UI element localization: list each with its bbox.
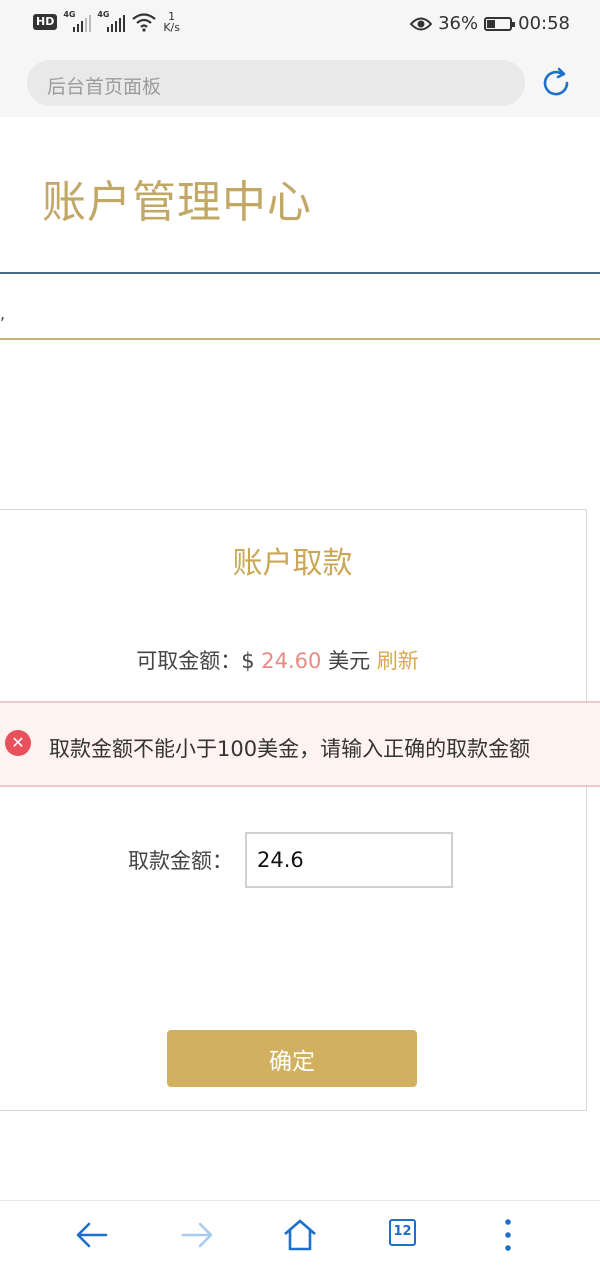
card-title: 账户取款 <box>232 546 353 581</box>
forward-arrow-icon[interactable] <box>177 1215 217 1255</box>
amount-label: 取款金额： <box>128 849 233 873</box>
network-speed: 1 K/s <box>163 11 180 33</box>
browser-bottom-bar: 12 <box>0 1200 600 1268</box>
status-right: 36% 00:58 <box>410 13 570 34</box>
currency-symbol: $ <box>241 649 262 673</box>
nav-fragment: , <box>0 304 6 323</box>
signal-icon: 4G <box>63 10 92 32</box>
available-amount: 24.60 <box>261 649 322 673</box>
error-alert: ✕ 取款金额不能小于100美金，请输入正确的取款金额 <box>0 701 600 787</box>
url-text: 后台首页面板 <box>47 76 162 98</box>
battery-percent: 36% <box>438 13 479 34</box>
back-arrow-icon[interactable] <box>72 1215 112 1255</box>
battery-icon <box>484 16 516 31</box>
reload-icon[interactable] <box>540 67 572 99</box>
more-menu-icon[interactable] <box>488 1215 528 1255</box>
header-divider-bottom <box>0 338 600 340</box>
network-type-1: 4G <box>63 10 76 19</box>
hd-badge: HD <box>33 14 58 30</box>
error-message: 取款金额不能小于100美金，请输入正确的取款金额 <box>49 737 531 761</box>
page-title: 账户管理中心 <box>42 177 312 228</box>
signal-icon: 4G <box>97 10 126 32</box>
status-left: HD 4G 4G 1 K/s <box>33 10 180 33</box>
speed-unit: K/s <box>163 21 180 34</box>
status-bar: HD 4G 4G 1 K/s 36% 00:58 <box>0 0 600 52</box>
amount-input[interactable] <box>245 832 453 888</box>
network-type-2: 4G <box>97 10 110 19</box>
confirm-button[interactable]: 确定 <box>167 1030 417 1087</box>
home-icon[interactable] <box>280 1215 320 1255</box>
available-balance: 可取金额：$ 24.60 美元 刷新 <box>0 645 555 675</box>
wifi-icon <box>132 13 157 32</box>
browser-address-bar: 后台首页面板 <box>0 52 600 117</box>
clock: 00:58 <box>518 13 570 34</box>
eye-icon <box>410 17 433 30</box>
error-icon: ✕ <box>5 730 31 756</box>
available-unit: 美元 <box>321 649 377 673</box>
tabs-icon[interactable]: 12 <box>389 1219 416 1246</box>
nav-strip: , <box>0 274 600 338</box>
refresh-link[interactable]: 刷新 <box>377 649 419 673</box>
url-field[interactable]: 后台首页面板 <box>27 60 525 106</box>
available-label: 可取金额： <box>136 649 242 673</box>
withdraw-card <box>0 509 587 1111</box>
